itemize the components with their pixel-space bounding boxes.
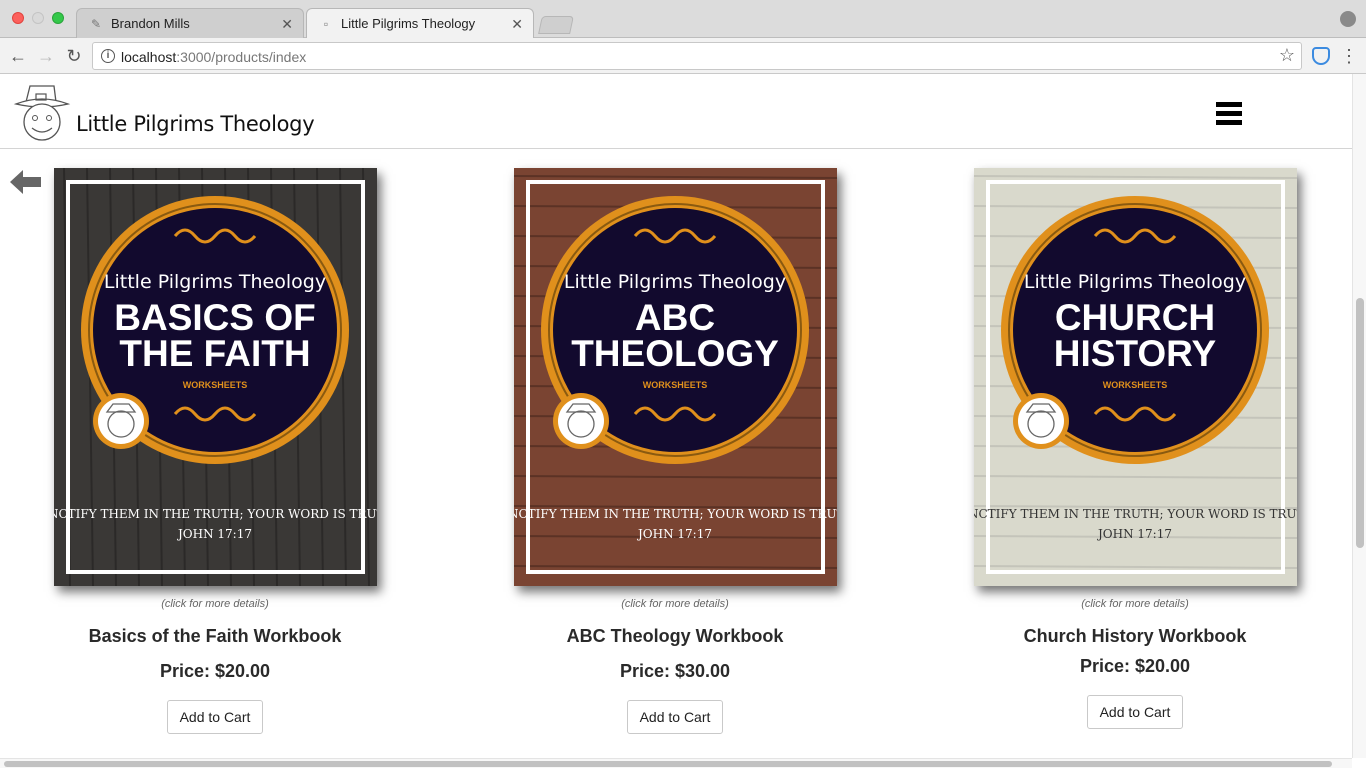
details-hint[interactable]: (click for more details) [475,598,875,610]
tab-title: Brandon Mills [111,16,190,31]
product-name[interactable]: Church History Workbook [935,626,1335,647]
svg-text:JOHN 17:17: JOHN 17:17 [1095,527,1171,541]
minimize-window-button[interactable] [32,12,44,24]
svg-text:Little Pilgrims Theology: Little Pilgrims Theology [103,271,325,293]
pilgrim-logo[interactable] [10,80,74,144]
tab-title: Little Pilgrims Theology [341,16,476,31]
browser-tab-bar: ✎ Brandon Mills ✕ ▫ Little Pilgrims Theo… [0,0,1366,38]
svg-text:BASICS OF: BASICS OF [114,297,315,338]
svg-text:Little Pilgrims Theology: Little Pilgrims Theology [563,271,785,293]
close-tab-icon[interactable]: ✕ [511,9,523,39]
browser-menu-icon[interactable]: ⋮ [1340,46,1358,67]
product-price: Price: $20.00 [159,661,271,681]
product-cover-3[interactable]: Little Pilgrims Theology CHURCH HISTORY … [973,168,1297,586]
product-card: Little Pilgrims Theology ABC THEOLOGY WO… [475,168,875,734]
horizontal-scrollbar[interactable] [0,758,1352,768]
close-tab-icon[interactable]: ✕ [281,9,293,39]
product-price: Price: $20.00 [1079,656,1191,676]
svg-text:Little Pilgrims Theology: Little Pilgrims Theology [1023,271,1245,293]
site-title[interactable]: Little Pilgrims Theology [76,112,315,136]
new-tab-button[interactable] [538,16,574,34]
profile-icon[interactable] [1340,11,1356,27]
svg-text:WORKSHEETS: WORKSHEETS [642,380,707,390]
svg-text:"SANCTIFY THEM IN THE TRUTH; Y: "SANCTIFY THEM IN THE TRUTH; YOUR WORD I… [54,507,377,521]
hamburger-menu-icon[interactable] [1216,102,1244,128]
extension-shield-icon[interactable] [1312,47,1330,65]
page-icon: ▫ [323,17,329,31]
browser-toolbar: ← → ↻ i localhost:3000/products/index ☆ … [0,38,1366,74]
details-hint[interactable]: (click for more details) [935,598,1335,610]
address-bar[interactable]: i localhost:3000/products/index ☆ [92,42,1302,70]
back-button[interactable]: ← [6,44,30,68]
vertical-scrollbar[interactable] [1352,74,1366,758]
svg-text:CHURCH: CHURCH [1054,297,1214,338]
details-hint[interactable]: (click for more details) [15,598,415,610]
url-text: localhost:3000/products/index [121,49,307,65]
svg-text:"SANCTIFY THEM IN THE TRUTH; Y: "SANCTIFY THEM IN THE TRUTH; YOUR WORD I… [514,507,837,521]
close-window-button[interactable] [12,12,24,24]
svg-text:"SANCTIFY THEM IN THE TRUTH; Y: "SANCTIFY THEM IN THE TRUTH; YOUR WORD I… [974,507,1297,521]
product-name[interactable]: ABC Theology Workbook [475,626,875,647]
browser-tab-little-pilgrims[interactable]: ▫ Little Pilgrims Theology ✕ [306,8,534,38]
maximize-window-button[interactable] [52,12,64,24]
add-to-cart-button[interactable]: Add to Cart [626,700,724,734]
svg-text:THE FAITH: THE FAITH [119,333,310,374]
svg-text:THEOLOGY: THEOLOGY [571,333,779,374]
product-cover-2[interactable]: Little Pilgrims Theology ABC THEOLOGY WO… [513,168,837,586]
vertical-scroll-thumb[interactable] [1356,298,1364,548]
forward-button[interactable]: → [34,44,58,68]
page-content: Little Pilgrims Theology Little Pilgrims… [0,74,1352,758]
svg-text:WORKSHEETS: WORKSHEETS [182,380,247,390]
product-name[interactable]: Basics of the Faith Workbook [15,626,415,647]
bookmark-star-icon[interactable]: ☆ [1279,45,1295,66]
product-card: Little Pilgrims Theology BASICS OF THE F… [15,168,415,734]
svg-text:HISTORY: HISTORY [1053,333,1216,374]
horizontal-scroll-thumb[interactable] [4,761,1332,767]
pencil-icon: ✎ [90,17,102,31]
add-to-cart-button[interactable]: Add to Cart [1086,695,1184,729]
product-card: Little Pilgrims Theology CHURCH HISTORY … [935,168,1335,729]
svg-text:JOHN 17:17: JOHN 17:17 [635,527,711,541]
site-header: Little Pilgrims Theology [0,74,1352,149]
product-cover-1[interactable]: Little Pilgrims Theology BASICS OF THE F… [53,168,377,586]
product-price: Price: $30.00 [619,661,731,681]
add-to-cart-button[interactable]: Add to Cart [166,700,264,734]
svg-text:WORKSHEETS: WORKSHEETS [1102,380,1167,390]
browser-tab-brandon-mills[interactable]: ✎ Brandon Mills ✕ [76,8,304,38]
svg-text:ABC: ABC [634,297,714,338]
info-icon[interactable]: i [101,49,115,63]
svg-text:JOHN 17:17: JOHN 17:17 [175,527,251,541]
reload-button[interactable]: ↻ [62,44,86,68]
